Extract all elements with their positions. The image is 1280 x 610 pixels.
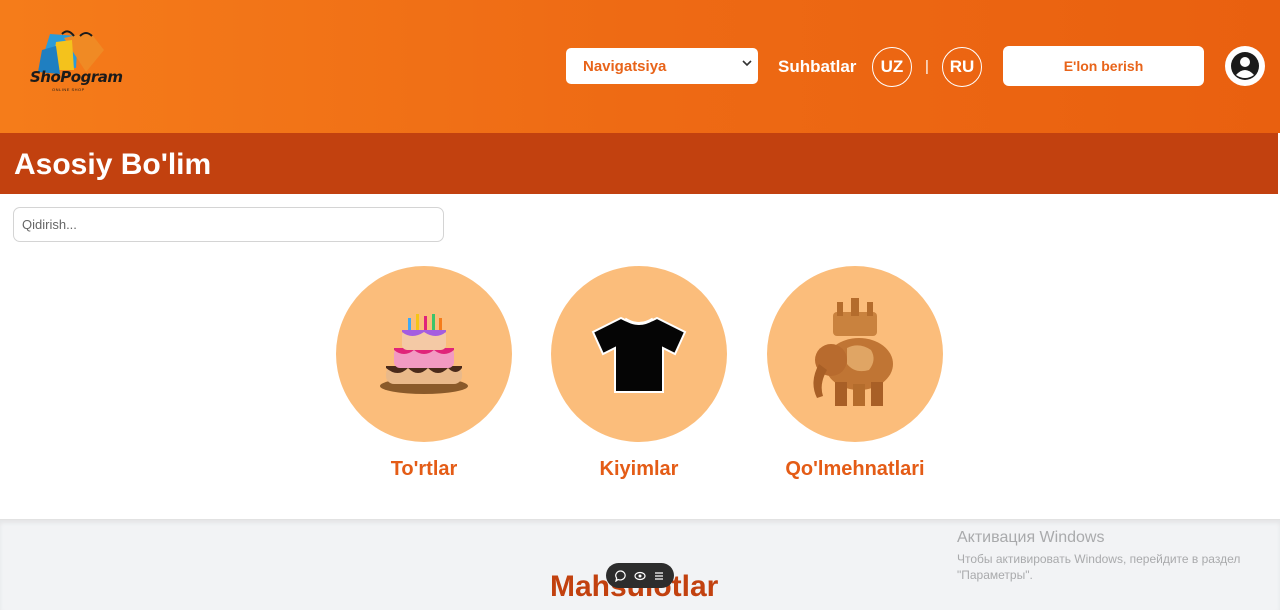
windows-activation-line1: Чтобы активировать Windows, перейдите в … [957,552,1241,566]
cake-icon [380,314,468,394]
navigation-select[interactable]: Navigatsiya [566,48,758,84]
category-handicrafts[interactable]: Qo'lmehnatlari [767,266,943,481]
lang-uz-button[interactable]: UZ [872,47,912,87]
eye-icon[interactable] [634,570,646,582]
search-input[interactable] [13,207,444,242]
category-circle[interactable] [551,266,727,442]
floating-toolbar[interactable] [606,563,674,588]
category-clothes[interactable]: Kiyimlar [551,266,727,481]
chat-icon[interactable] [615,569,627,582]
category-circle[interactable] [336,266,512,442]
category-label[interactable]: Kiyimlar [551,458,727,481]
logo-subtext: ONLINE SHOP [52,87,85,92]
category-label[interactable]: To'rtlar [336,458,512,481]
chats-link[interactable]: Suhbatlar [778,57,856,77]
chevron-down-icon [742,60,752,67]
logo-text: ShoPogram [30,68,123,86]
shopogram-logo[interactable]: ShoPogram ONLINE SHOP [26,30,123,98]
user-circle-icon [1231,52,1259,80]
category-label[interactable]: Qo'lmehnatlari [767,458,943,481]
windows-activation-text: Чтобы активировать Windows, перейдите в … [957,551,1257,583]
lang-ru-button[interactable]: RU [942,47,982,87]
category-circle[interactable] [767,266,943,442]
navigation-select-value: Navigatsiya [583,57,667,75]
menu-icon[interactable] [653,570,665,582]
page-title: Asosiy Bo'lim [14,148,212,181]
category-cakes[interactable]: To'rtlar [336,266,512,481]
lang-separator: | [925,58,929,75]
tshirt-icon [591,316,687,393]
windows-activation-line2: "Параметры". [957,568,1033,582]
post-ad-button[interactable]: E'lon berish [1003,46,1204,86]
elephant-statue-icon [813,298,893,406]
header: ShoPogram ONLINE SHOP Navigatsiya Suhbat… [0,0,1280,133]
profile-button[interactable] [1225,46,1265,86]
windows-activation-title: Активация Windows [957,529,1105,546]
